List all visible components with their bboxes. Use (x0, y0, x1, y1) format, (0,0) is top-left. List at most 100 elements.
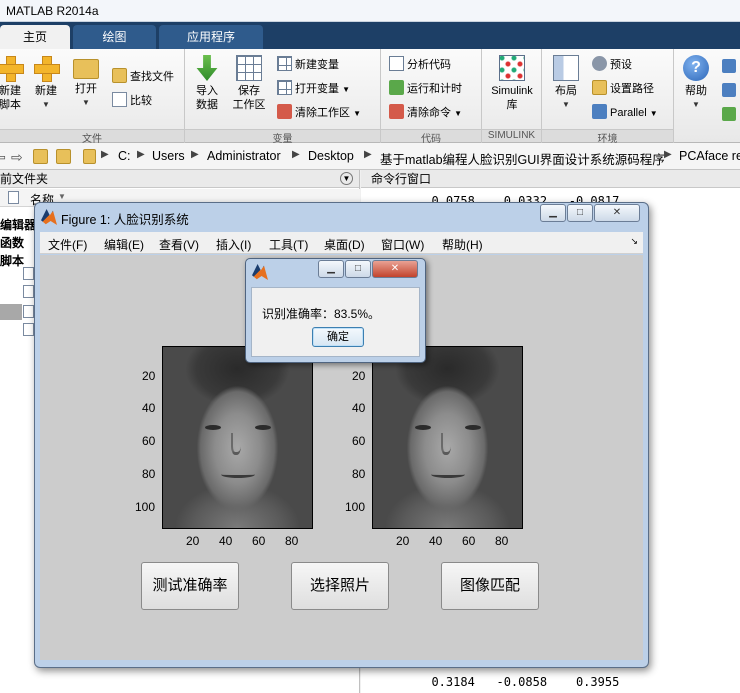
face-photo (373, 347, 522, 528)
run-and-time-icon (389, 80, 404, 95)
selected-row-highlight (0, 304, 22, 320)
simulink-icon (499, 55, 525, 81)
path-segment[interactable]: Desktop (308, 149, 354, 163)
address-bar: ⇦ ⇨ ▶ C: ▶ Users ▶ Administrator ▶ Deskt… (0, 143, 740, 170)
dialog-maximize-button[interactable]: □ (345, 260, 371, 278)
gear-icon (592, 56, 607, 71)
save-workspace-label: 保存 工作区 (232, 85, 266, 111)
new-label: 新建 (35, 85, 57, 97)
menu-view[interactable]: 查看(V) (159, 236, 199, 253)
import-data-button[interactable]: 导入 数据 (187, 55, 227, 112)
open-button[interactable]: 打开 ▼ (66, 55, 106, 110)
open-variable-icon (277, 80, 292, 95)
path-separator-icon: ▶ (664, 149, 672, 160)
dialog-minimize-button[interactable]: ▁ (318, 260, 344, 278)
clear-commands-icon (389, 104, 404, 119)
path-separator-icon: ▶ (292, 149, 300, 160)
new-button[interactable]: 新建 ▼ (26, 55, 66, 112)
folder-item-scripts[interactable]: 脚本 (0, 252, 24, 269)
path-segment[interactable]: Users (152, 149, 185, 163)
set-path-button[interactable]: 设置路径 (592, 79, 654, 99)
maximize-button[interactable]: □ (567, 204, 593, 222)
new-variable-button[interactable]: 新建变量 (277, 55, 339, 75)
open-variable-label: 打开变量 (295, 83, 339, 95)
file-section-caption: 文件 (0, 129, 184, 145)
find-files-button[interactable]: 查找文件 (112, 67, 174, 87)
folder-item-editor[interactable]: 编辑器 (0, 216, 36, 233)
menu-edit[interactable]: 编辑(E) (104, 236, 144, 253)
variable-section: 导入 数据 保存 工作区 新建变量 打开变量 ▼ 清除工作区 ▼ 变量 (185, 49, 381, 145)
new-variable-icon (277, 56, 292, 71)
clear-workspace-button[interactable]: 清除工作区 ▼ (277, 103, 361, 123)
open-label: 打开 (75, 83, 97, 95)
m-file-icon[interactable] (23, 323, 34, 336)
face-photo (163, 347, 312, 528)
clear-workspace-dropdown-icon: ▼ (353, 109, 361, 118)
simulink-library-button[interactable]: Simulink 库 (486, 55, 538, 112)
import-data-label: 导入 数据 (196, 85, 218, 111)
folder-item-functions[interactable]: 函数 (0, 234, 24, 251)
add-ons-icon[interactable] (722, 107, 736, 121)
menu-file[interactable]: 文件(F) (48, 236, 87, 253)
clear-workspace-icon (277, 104, 292, 119)
save-workspace-button[interactable]: 保存 工作区 (229, 55, 269, 112)
compare-button[interactable]: 比较 (112, 91, 152, 111)
compare-label: 比较 (130, 95, 152, 107)
dialog-close-button[interactable]: ✕ (372, 260, 418, 278)
run-and-time-button[interactable]: 运行和计时 (389, 79, 462, 99)
forward-arrow-icon[interactable]: ⇨ (11, 149, 26, 165)
set-path-label: 设置路径 (610, 83, 654, 95)
new-icon (33, 55, 60, 82)
path-separator-icon: ▶ (364, 149, 372, 160)
m-file-icon[interactable] (23, 285, 34, 298)
ok-button[interactable]: 确定 (312, 327, 364, 347)
menu-tools[interactable]: 工具(T) (269, 236, 308, 253)
path-segment[interactable]: C: (118, 149, 131, 163)
close-button[interactable]: ✕ (594, 204, 640, 222)
environment-section-caption: 环境 (542, 129, 673, 145)
select-photo-button[interactable]: 选择照片 (291, 562, 389, 610)
request-support-icon[interactable] (722, 83, 736, 97)
menu-window[interactable]: 窗口(W) (381, 236, 424, 253)
community-icon[interactable] (722, 59, 736, 73)
path-segment[interactable]: PCAface re (679, 149, 740, 163)
x-tick-label: 60 (252, 534, 266, 548)
help-button[interactable]: ? 帮助 ▼ (676, 55, 716, 112)
test-accuracy-button[interactable]: 测试准确率 (141, 562, 239, 610)
clear-commands-button[interactable]: 清除命令 ▼ (389, 103, 462, 123)
parallel-dropdown-icon: ▼ (649, 109, 658, 118)
image-match-button[interactable]: 图像匹配 (441, 562, 539, 610)
new-dropdown-icon: ▼ (42, 100, 50, 109)
open-variable-dropdown-icon: ▼ (342, 85, 350, 94)
open-variable-button[interactable]: 打开变量 ▼ (277, 79, 350, 99)
menu-help[interactable]: 帮助(H) (442, 236, 483, 253)
m-file-icon[interactable] (23, 305, 34, 318)
x-tick-label: 80 (495, 534, 509, 548)
layout-button[interactable]: 布局 ▼ (546, 55, 586, 112)
back-arrow-icon[interactable]: ⇦ (0, 149, 9, 165)
app-title: MATLAB R2014a (6, 4, 99, 18)
tab-plots[interactable]: 绘图 (73, 25, 156, 49)
up-folder-icon[interactable] (33, 149, 48, 164)
path-separator-icon: ▶ (137, 149, 145, 160)
parallel-button[interactable]: Parallel ▼ (592, 103, 658, 123)
browse-folder-icon[interactable] (56, 149, 71, 164)
path-segment[interactable]: 基于matlab编程人脸识别GUI界面设计系统源码程序 (380, 149, 665, 168)
m-file-icon[interactable] (23, 267, 34, 280)
message-dialog[interactable]: ▁ □ ✕ 识别准确率：83.5%。 确定 (245, 258, 426, 363)
parallel-label: Parallel (610, 107, 647, 119)
minimize-button[interactable]: ▁ (540, 204, 566, 222)
x-tick-label: 20 (186, 534, 200, 548)
tab-apps[interactable]: 应用程序 (159, 25, 263, 49)
menu-insert[interactable]: 插入(I) (216, 236, 251, 253)
panel-menu-icon[interactable]: ▼ (340, 172, 353, 185)
current-folder-header: 前文件夹 ▼ (0, 170, 359, 188)
analyze-code-button[interactable]: 分析代码 (389, 55, 451, 75)
tab-home[interactable]: 主页 (0, 25, 70, 49)
preferences-button[interactable]: 预设 (592, 55, 632, 75)
dock-arrow-icon[interactable]: ↘ (630, 236, 638, 247)
command-output-line: 0.3184 -0.0858 0.3955 (417, 675, 620, 689)
menu-desktop[interactable]: 桌面(D) (324, 236, 365, 253)
path-segment[interactable]: Administrator (207, 149, 281, 163)
sort-arrow-icon: ▼ (58, 192, 66, 201)
